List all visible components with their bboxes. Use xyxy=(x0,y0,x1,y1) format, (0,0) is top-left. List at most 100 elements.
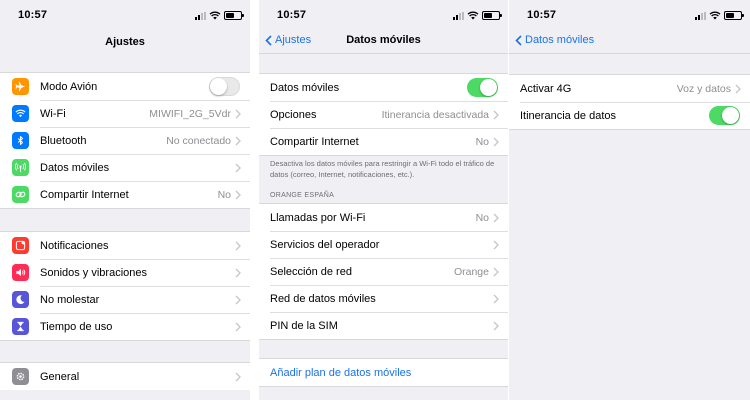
row-label: Compartir Internet xyxy=(270,135,359,148)
nav-bar: Ajustes Datos móviles xyxy=(259,28,508,54)
bluetooth-status-value: No conectado xyxy=(166,134,231,147)
page-title: Ajustes xyxy=(105,36,145,48)
battery-icon xyxy=(724,11,744,20)
row-label: Llamadas por Wi-Fi xyxy=(270,211,366,224)
status-bar: 10:57 xyxy=(259,0,508,30)
chevron-left-icon xyxy=(515,34,522,46)
chevron-right-icon xyxy=(493,267,499,276)
settings-row-screen-time[interactable]: Tiempo de uso xyxy=(0,313,250,340)
status-time: 10:57 xyxy=(18,9,48,21)
carrier-services-row[interactable]: Servicios del operador xyxy=(259,231,508,258)
row-label: Datos móviles xyxy=(40,161,110,174)
mobile-data-group: Datos móviles Opciones Itinerancia desac… xyxy=(259,73,508,156)
chevron-right-icon xyxy=(493,213,499,222)
chevron-right-icon xyxy=(235,241,241,250)
status-time: 10:57 xyxy=(277,9,307,21)
bluetooth-icon xyxy=(12,132,29,149)
add-plan-link: Añadir plan de datos móviles xyxy=(270,366,412,379)
antenna-icon xyxy=(12,159,29,176)
row-label: Bluetooth xyxy=(40,134,87,147)
wifi-icon xyxy=(12,105,29,122)
mobile-data-footnote: Desactiva los datos móviles para restrin… xyxy=(270,159,495,179)
wifi-status-icon xyxy=(209,11,221,20)
wifi-status-icon xyxy=(709,11,721,20)
row-label: Red de datos móviles xyxy=(270,292,376,305)
row-label: Activar 4G xyxy=(520,82,572,95)
add-data-plan-button[interactable]: Añadir plan de datos móviles xyxy=(259,359,508,386)
mobile-data-row: Datos móviles xyxy=(259,74,508,101)
settings-row-bluetooth[interactable]: Bluetooth No conectado xyxy=(0,127,250,154)
chevron-right-icon xyxy=(235,322,241,331)
settings-row-personal-hotspot[interactable]: Compartir Internet No xyxy=(0,181,250,208)
screens-container: 10:57 Ajustes Modo Avión Wi-Fi MIWIFI_2G… xyxy=(0,0,750,400)
chevron-right-icon xyxy=(493,240,499,249)
settings-row-sounds[interactable]: Sonidos y vibraciones xyxy=(0,259,250,286)
network-selection-row[interactable]: Selección de red Orange xyxy=(259,258,508,285)
hourglass-icon xyxy=(12,318,29,335)
settings-row-do-not-disturb[interactable]: No molestar xyxy=(0,286,250,313)
status-icons xyxy=(695,11,744,20)
notifications-icon xyxy=(12,237,29,254)
data-roaming-row: Itinerancia de datos xyxy=(509,102,750,129)
chevron-right-icon xyxy=(735,84,741,93)
status-icons xyxy=(453,11,502,20)
row-label: Modo Avión xyxy=(40,80,98,93)
options-row[interactable]: Opciones Itinerancia desactivada xyxy=(259,101,508,128)
row-label: Compartir Internet xyxy=(40,188,129,201)
back-button[interactable]: Datos móviles xyxy=(515,34,594,46)
chevron-right-icon xyxy=(493,321,499,330)
cellular-signal-icon xyxy=(453,11,464,20)
chevron-right-icon xyxy=(235,136,241,145)
speaker-icon xyxy=(12,264,29,281)
airplane-mode-toggle[interactable] xyxy=(209,77,240,96)
chevron-right-icon xyxy=(493,294,499,303)
wifi-calling-value: No xyxy=(475,211,489,224)
row-label: Tiempo de uso xyxy=(40,320,113,333)
screen-divider xyxy=(250,0,259,400)
chevron-right-icon xyxy=(235,295,241,304)
row-label: Wi-Fi xyxy=(40,107,66,120)
settings-row-general[interactable]: General xyxy=(0,363,250,390)
row-label: Itinerancia de datos xyxy=(520,109,617,122)
status-icons xyxy=(195,11,244,20)
chevron-right-icon xyxy=(493,137,499,146)
sim-pin-row[interactable]: PIN de la SIM xyxy=(259,312,508,339)
settings-row-airplane-mode: Modo Avión xyxy=(0,73,250,100)
connectivity-group: Modo Avión Wi-Fi MIWIFI_2G_5Vdr Bluetoot… xyxy=(0,72,250,209)
mobile-data-network-row[interactable]: Red de datos móviles xyxy=(259,285,508,312)
back-label: Datos móviles xyxy=(525,34,595,46)
chevron-right-icon xyxy=(235,372,241,381)
status-time: 10:57 xyxy=(527,9,557,21)
row-label: PIN de la SIM xyxy=(270,319,338,332)
data-roaming-toggle[interactable] xyxy=(709,106,740,125)
hotspot-value: No xyxy=(475,135,489,148)
page-title: Datos móviles xyxy=(346,34,421,46)
settings-row-mobile-data[interactable]: Datos móviles xyxy=(0,154,250,181)
row-label: Servicios del operador xyxy=(270,238,380,251)
hotspot-row[interactable]: Compartir Internet No xyxy=(259,128,508,155)
gear-icon xyxy=(12,368,29,385)
wifi-network-value: MIWIFI_2G_5Vdr xyxy=(149,107,231,120)
mobile-data-toggle[interactable] xyxy=(467,78,498,97)
settings-row-notifications[interactable]: Notificaciones xyxy=(0,232,250,259)
status-bar: 10:57 xyxy=(0,0,250,30)
carrier-section-header: ORANGE ESPAÑA xyxy=(270,192,335,199)
chevron-right-icon xyxy=(235,163,241,172)
chevron-right-icon xyxy=(235,268,241,277)
data-options-group: Activar 4G Voz y datos Itinerancia de da… xyxy=(509,74,750,130)
row-label: No molestar xyxy=(40,293,100,306)
nav-bar: Ajustes xyxy=(0,28,250,54)
cellular-signal-icon xyxy=(195,11,206,20)
wifi-calling-row[interactable]: Llamadas por Wi-Fi No xyxy=(259,204,508,231)
carrier-group: Llamadas por Wi-Fi No Servicios del oper… xyxy=(259,203,508,340)
chevron-right-icon xyxy=(235,109,241,118)
hotspot-value: No xyxy=(217,188,231,201)
row-label: General xyxy=(40,370,80,383)
battery-icon xyxy=(224,11,244,20)
enable-4g-row[interactable]: Activar 4G Voz y datos xyxy=(509,75,750,102)
network-value: Orange xyxy=(453,265,489,278)
row-label: Opciones xyxy=(270,108,317,121)
mobile-data-screen: 10:57 Ajustes Datos móviles Datos móvile… xyxy=(259,0,508,400)
settings-row-wifi[interactable]: Wi-Fi MIWIFI_2G_5Vdr xyxy=(0,100,250,127)
notifications-group: Notificaciones Sonidos y vibraciones No … xyxy=(0,231,250,341)
